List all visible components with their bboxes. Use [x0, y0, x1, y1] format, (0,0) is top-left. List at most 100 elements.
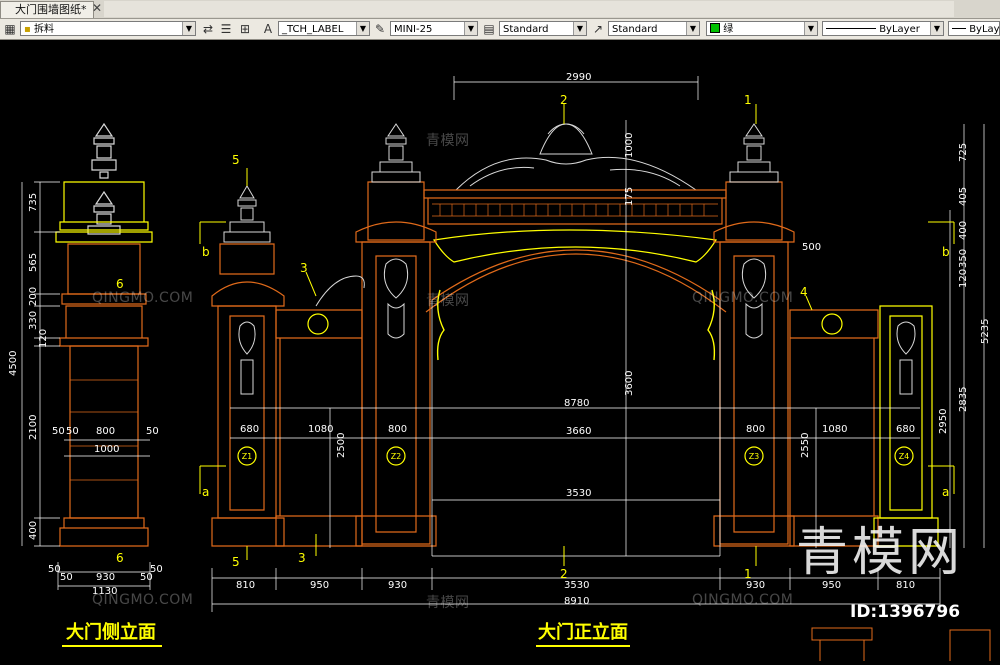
partial-detail — [811, 627, 991, 665]
chevron-down-icon: ▼ — [464, 22, 477, 35]
text-style-value: _TCH_LABEL — [282, 24, 344, 35]
image-id-label: ID:1396796 — [850, 602, 961, 622]
layer-state-icon[interactable]: ▦ — [2, 21, 18, 37]
lineweight-select[interactable]: ByLayer — [948, 21, 1000, 36]
document-tab-bar: 大门围墙图纸* ✕ — [0, 0, 1000, 19]
pillar-z3 — [713, 181, 795, 547]
dim-175: 175 — [624, 187, 635, 206]
pillar-z1-finial — [223, 185, 271, 243]
dim-400: 400 — [28, 521, 39, 540]
dim-680-left: 680 — [240, 424, 259, 435]
dimension-style-icon[interactable]: ✎ — [372, 21, 388, 37]
arch-garland — [433, 229, 718, 263]
dim-350: 350 — [958, 249, 969, 268]
front-elevation-title: 大门正立面 — [538, 622, 628, 643]
dim-400: 400 — [958, 221, 969, 240]
pillar-z2-finial — [371, 123, 421, 183]
lineweight-value: ByLayer — [969, 24, 1000, 35]
linetype-select[interactable]: ByLayer ▼ — [822, 21, 944, 36]
entablature — [423, 189, 727, 225]
watermark-text-cn: 青模网 — [426, 133, 470, 149]
multileader-style-icon[interactable]: ↗ — [590, 21, 606, 37]
watermark-text: QINGMO.COM — [92, 290, 194, 306]
linetype-preview — [826, 28, 876, 29]
side-bottom-dims — [57, 439, 151, 590]
dim-725: 725 — [958, 143, 969, 162]
side-elevation — [21, 122, 162, 647]
dimension-style-select[interactable]: MINI-25 ▼ — [390, 21, 478, 36]
dim-3530-bottom: 3530 — [564, 580, 589, 591]
properties-toolbar: ▦ ▪ 拆料 ▼ ⇄ ☰ ⊞ A _TCH_LABEL ▼ ✎ MINI-25 … — [0, 19, 1000, 40]
marker-a-right: a — [942, 485, 949, 499]
chevron-down-icon: ▼ — [182, 22, 195, 35]
dim-4500: 4500 — [8, 351, 19, 376]
dim-950-left: 950 — [310, 580, 329, 591]
dim-8780: 8780 — [564, 398, 589, 409]
watermark-text: QINGMO.COM — [92, 592, 194, 608]
dim-200: 200 — [28, 287, 39, 306]
column-label-z4: Z4 — [899, 452, 910, 461]
chevron-down-icon: ▼ — [804, 22, 817, 35]
linetype-value: ByLayer — [879, 24, 920, 35]
dim-405: 405 — [958, 187, 969, 206]
column-label-z1: Z1 — [242, 452, 253, 461]
chevron-down-icon: ▼ — [356, 22, 369, 35]
text-style-select[interactable]: _TCH_LABEL ▼ — [278, 21, 370, 36]
dim-5235: 5235 — [980, 319, 991, 344]
marker-5-top: 5 — [232, 153, 240, 167]
side-dim-chain — [21, 181, 60, 547]
layer-select[interactable]: ▪ 拆料 ▼ — [20, 21, 196, 36]
marker-6-top: 6 — [116, 277, 124, 291]
pillar-z3-finial — [729, 123, 779, 183]
close-icon[interactable]: ✕ — [92, 1, 102, 15]
entablature-dentils — [432, 203, 718, 217]
marker-b-left: b — [202, 245, 210, 259]
chevron-down-icon: ▼ — [686, 22, 699, 35]
dim-330: 330 — [28, 311, 39, 330]
dim-50c: 50 — [146, 426, 159, 437]
table-style-select[interactable]: Standard ▼ — [499, 21, 587, 36]
column-label-z2: Z2 — [391, 452, 402, 461]
watermark-logo-text: 青模网 — [796, 523, 965, 583]
pillar-z4-ornament — [896, 321, 916, 395]
pillar-z1 — [211, 243, 285, 547]
dim-1080-right: 1080 — [822, 424, 847, 435]
color-swatch-icon — [710, 23, 720, 33]
layer-previous-icon[interactable]: ⊞ — [237, 21, 253, 37]
side-markers: 6 6 — [116, 277, 124, 565]
chevron-down-icon: ▼ — [573, 22, 586, 35]
dimension-style-value: MINI-25 — [394, 24, 433, 35]
dim-735: 735 — [28, 193, 39, 212]
chevron-down-icon: ▼ — [930, 22, 943, 35]
side-elevation-title: 大门侧立面 — [66, 622, 156, 643]
dim-930-right: 930 — [746, 580, 765, 591]
marker-a-left: a — [202, 485, 209, 499]
document-tab[interactable]: 大门围墙图纸* — [0, 1, 94, 18]
make-current-layer-icon[interactable]: ⇄ — [200, 21, 216, 37]
multileader-style-select[interactable]: Standard ▼ — [608, 21, 700, 36]
pillar-z2-ornament — [383, 258, 409, 339]
marker-2-bottom: 2 — [560, 567, 568, 581]
dim-120: 120 — [38, 329, 49, 348]
marker-5-bottom: 5 — [232, 555, 240, 569]
color-value: 绿 — [723, 24, 734, 35]
dim-3660: 3660 — [566, 426, 591, 437]
watermark-text-cn: 青模网 — [426, 595, 470, 611]
table-style-icon[interactable]: ▤ — [481, 21, 497, 37]
text-style-icon[interactable]: A — [260, 21, 276, 37]
dim-1000: 1000 — [624, 133, 635, 158]
multileader-style-value: Standard — [612, 24, 658, 35]
column-label-z3: Z3 — [749, 452, 760, 461]
color-select[interactable]: 绿 ▼ — [706, 21, 818, 36]
dim-680-right: 680 — [896, 424, 915, 435]
medallion-right — [821, 313, 843, 335]
layer-name: 拆料 — [33, 24, 54, 35]
arch-garland-sides — [436, 289, 716, 361]
dim-50f: 50 — [60, 572, 73, 583]
dim-565: 565 — [28, 253, 39, 272]
dim-50b: 50 — [66, 426, 79, 437]
dim-930-left: 930 — [388, 580, 407, 591]
table-style-value: Standard — [503, 24, 549, 35]
layer-manager-icon[interactable]: ☰ — [218, 21, 234, 37]
watermark-text-cn: 青模网 — [426, 293, 470, 309]
